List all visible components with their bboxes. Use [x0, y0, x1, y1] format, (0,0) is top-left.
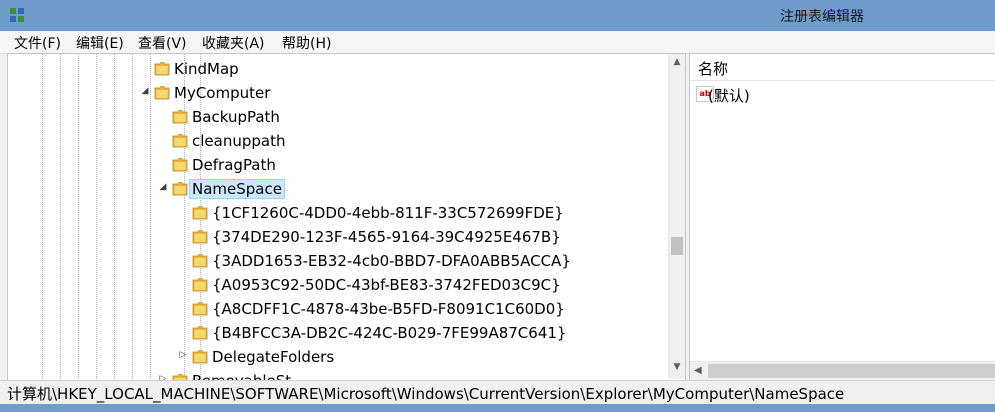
- no-expander: [178, 326, 188, 336]
- registry-tree[interactable]: KindMap ◢ MyComputer BackupPath cleanuppath D…: [7, 53, 686, 382]
- expanded-arrow-icon[interactable]: ◢: [158, 182, 168, 192]
- tree-guide-line: [132, 54, 133, 381]
- folder-icon: [192, 230, 208, 244]
- tree-node-label: {A0953C92-50DC-43bf-BE83-3742FED03C9C}: [212, 276, 561, 294]
- tree-node-label: {3ADD1653-EB32-4cb0-BBD7-DFA0ABB5ACCA}: [212, 252, 571, 270]
- tree-guide-line: [150, 54, 151, 381]
- window-bottom-edge: [0, 404, 995, 412]
- scroll-thumb[interactable]: [671, 237, 683, 255]
- folder-icon: [154, 86, 170, 100]
- column-header-name[interactable]: 名称: [690, 54, 995, 81]
- folder-icon: [192, 254, 208, 268]
- scroll-up-arrow-icon[interactable]: ▲: [669, 54, 685, 70]
- no-expander: [158, 158, 168, 168]
- menu-file[interactable]: 文件(F): [14, 33, 61, 53]
- no-expander: [178, 206, 188, 216]
- tree-node-label: BackupPath: [192, 108, 280, 126]
- tree-node-label: {A8CDFF1C-4878-43be-B5FD-F8091C1C60D0}: [212, 300, 565, 318]
- no-expander: [178, 230, 188, 240]
- no-expander: [178, 278, 188, 288]
- status-bar: 计算机\HKEY_LOCAL_MACHINE\SOFTWARE\Microsof…: [0, 380, 995, 405]
- column-header-label: 名称: [698, 60, 729, 78]
- tree-node-label: {1CF1260C-4DD0-4ebb-811F-33C572699FDE}: [212, 204, 564, 222]
- tree-node-label: DelegateFolders: [212, 348, 335, 366]
- tree-node-label: cleanuppath: [192, 132, 286, 150]
- no-expander: [158, 134, 168, 144]
- no-expander: [178, 254, 188, 264]
- menu-bar: 文件(F) 编辑(E) 查看(V) 收藏夹(A) 帮助(H): [0, 31, 995, 54]
- menu-favorites[interactable]: 收藏夹(A): [202, 33, 265, 53]
- value-name: (默认): [708, 87, 750, 105]
- folder-icon: [192, 302, 208, 316]
- no-expander: [158, 110, 168, 120]
- window-title: 注册表编辑器: [780, 9, 864, 25]
- no-expander: [140, 62, 150, 72]
- menu-edit[interactable]: 编辑(E): [76, 33, 124, 53]
- tree-node-label: MyComputer: [174, 84, 271, 102]
- folder-icon: [154, 62, 170, 76]
- tree-guide-line: [78, 54, 79, 381]
- folder-icon: [172, 182, 188, 196]
- folder-icon: [192, 206, 208, 220]
- menu-help[interactable]: 帮助(H): [282, 33, 331, 53]
- tree-guide-line: [60, 54, 61, 381]
- menu-view[interactable]: 查看(V): [138, 33, 187, 53]
- tree-node-label: {B4BFCC3A-DB2C-424C-B029-7FE99A87C641}: [212, 324, 567, 342]
- tree-guide-line: [96, 54, 97, 381]
- folder-icon: [192, 326, 208, 340]
- folder-icon: [172, 158, 188, 172]
- folder-icon: [192, 278, 208, 292]
- scroll-track[interactable]: [708, 364, 995, 378]
- folder-icon: [172, 110, 188, 124]
- tree-node-label: {374DE290-123F-4565-9164-39C4925E467B}: [212, 228, 561, 246]
- collapsed-arrow-icon[interactable]: ▷: [178, 350, 188, 360]
- expanded-arrow-icon[interactable]: ◢: [140, 86, 150, 96]
- scroll-left-arrow-icon[interactable]: ◀: [694, 362, 702, 380]
- tree-vertical-scrollbar[interactable]: ▲ ▼: [668, 54, 685, 379]
- registry-path: 计算机\HKEY_LOCAL_MACHINE\SOFTWARE\Microsof…: [7, 385, 845, 403]
- folder-icon: [192, 350, 208, 364]
- regedit-icon: [10, 8, 24, 22]
- tree-guide-line: [42, 54, 43, 381]
- title-bar[interactable]: 注册表编辑器: [0, 0, 995, 31]
- values-list[interactable]: 名称 ab (默认): [689, 53, 995, 382]
- values-horizontal-scrollbar[interactable]: ◀: [690, 361, 995, 380]
- tree-node-label: DefragPath: [192, 156, 276, 174]
- folder-icon: [172, 134, 188, 148]
- no-expander: [178, 302, 188, 312]
- scroll-down-arrow-icon[interactable]: ▼: [669, 359, 685, 375]
- tree-guide-line: [114, 54, 115, 381]
- tree-node-label: NameSpace: [189, 179, 285, 199]
- tree-node-label: KindMap: [174, 60, 239, 78]
